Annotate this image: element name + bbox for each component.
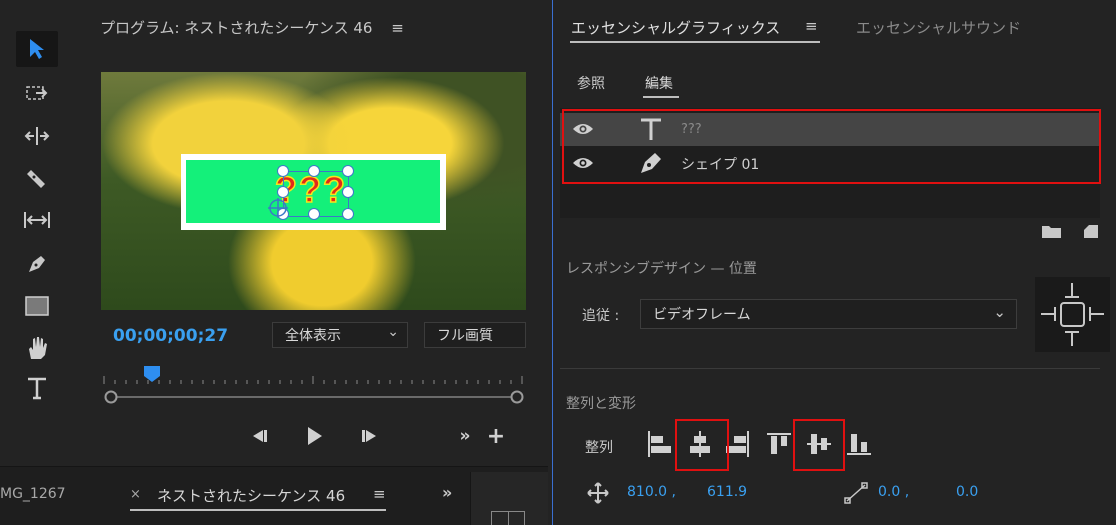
highlight-align-horizontal [675, 419, 729, 471]
program-title-text: プログラム: ネストされたシーケンス 46 [100, 19, 373, 37]
tab-edit[interactable]: 編集 [645, 73, 673, 93]
track-select-icon [26, 86, 48, 100]
pin-edges-icon [1041, 283, 1104, 346]
step-back-button[interactable] [247, 424, 271, 448]
tools-panel [0, 0, 70, 462]
pin-to-edges-widget[interactable] [1035, 277, 1110, 352]
transform-handle[interactable] [342, 208, 354, 220]
ripple-edit-tool[interactable] [16, 118, 58, 154]
close-icon[interactable]: × [130, 487, 141, 502]
zoom-value: 全体表示 [285, 328, 341, 344]
rectangle-tool[interactable] [16, 288, 58, 324]
more-controls-icon[interactable]: » [454, 424, 476, 448]
anchor-y-value[interactable]: 0.0 [956, 484, 978, 500]
time-ruler[interactable] [101, 366, 526, 392]
essential-sound-tab[interactable]: エッセンシャルサウンド [856, 17, 1021, 38]
slip-icon [24, 212, 50, 228]
rectangle-icon [25, 296, 49, 316]
zoom-scrollbar[interactable] [104, 390, 524, 404]
play-button[interactable] [302, 424, 326, 448]
essential-graphics-tab[interactable]: エッセンシャルグラフィックス [571, 17, 780, 38]
type-tool[interactable] [16, 370, 58, 406]
add-button-icon[interactable]: + [484, 424, 508, 449]
razor-tool[interactable] [16, 160, 58, 196]
align-left-icon [648, 431, 671, 457]
pen-icon [29, 256, 45, 272]
quality-value: フル画質 [437, 328, 493, 344]
transform-handle[interactable] [342, 186, 354, 198]
anchor-point-icon [844, 482, 868, 504]
slip-tool[interactable] [16, 202, 58, 238]
new-folder-icon[interactable] [1041, 222, 1101, 240]
active-tab-underline [130, 509, 386, 511]
align-label: 整列 [585, 440, 613, 456]
panel-menu-icon[interactable]: ≡ [373, 485, 386, 503]
transform-handle[interactable] [308, 208, 320, 220]
step-back-icon [253, 430, 267, 442]
ripple-icon [24, 127, 50, 145]
panel-menu-icon[interactable]: ≡ [391, 19, 404, 37]
type-icon [28, 377, 46, 400]
position-x-value[interactable]: 810.0 , [627, 484, 676, 500]
tab-clip[interactable]: MG_1267 [0, 486, 66, 502]
playhead-marker [144, 366, 160, 382]
playback-quality-select[interactable]: フル画質 [424, 322, 526, 348]
active-tab-underline [643, 96, 679, 98]
transform-handle[interactable] [308, 165, 320, 177]
align-top-icon [767, 433, 791, 454]
transform-handle[interactable] [277, 165, 289, 177]
hand-icon [29, 337, 47, 359]
align-bottom-button[interactable] [845, 428, 873, 460]
anchor-x-value[interactable]: 0.0 , [878, 484, 909, 500]
hand-tool[interactable] [16, 330, 58, 366]
layer-actions [1041, 222, 1101, 244]
pen-tool[interactable] [16, 246, 58, 282]
panel-menu-icon[interactable]: ≡ [805, 17, 818, 35]
step-forward-icon [362, 430, 376, 442]
align-transform-label: 整列と変形 [566, 396, 636, 412]
program-monitor-title: プログラム: ネストされたシーケンス 46 ≡ [100, 17, 404, 38]
transform-handle[interactable] [342, 165, 354, 177]
razor-icon [27, 170, 45, 188]
playhead-timecode[interactable]: 00;00;00;27 [113, 326, 228, 346]
chevron-down-icon: ⌄ [387, 324, 399, 340]
overflow-tabs-icon[interactable]: » [442, 483, 452, 502]
panel-grid-icon [491, 511, 525, 525]
align-bottom-icon [847, 434, 871, 455]
selection-tool[interactable] [16, 31, 58, 67]
play-icon [308, 427, 322, 445]
position-move-icon [587, 482, 609, 504]
arrow-icon [30, 39, 44, 59]
follow-select[interactable]: ビデオフレーム ⌄ [640, 299, 1017, 329]
position-y-value[interactable]: 611.9 [707, 484, 747, 500]
tab-sequence[interactable]: ネストされたシーケンス 46 [157, 485, 345, 506]
active-tab-underline [570, 41, 820, 43]
follow-value: ビデオフレーム [653, 307, 751, 323]
follow-label: 追従 : [582, 308, 620, 324]
section-divider [560, 368, 1100, 369]
track-select-tool[interactable] [16, 76, 58, 112]
step-forward-button[interactable] [358, 424, 382, 448]
responsive-design-label: レスポンシブデザイン — 位置 [566, 261, 757, 277]
chevron-down-icon: ⌄ [993, 303, 1006, 321]
anchor-point-icon[interactable] [266, 196, 290, 220]
align-left-button[interactable] [645, 428, 673, 460]
tab-browse[interactable]: 参照 [577, 73, 605, 93]
highlight-layers-box [562, 109, 1101, 184]
zoom-select[interactable]: 全体表示 ⌄ [272, 322, 408, 348]
highlight-align-vertical [793, 419, 845, 471]
align-top-button[interactable] [765, 428, 793, 460]
